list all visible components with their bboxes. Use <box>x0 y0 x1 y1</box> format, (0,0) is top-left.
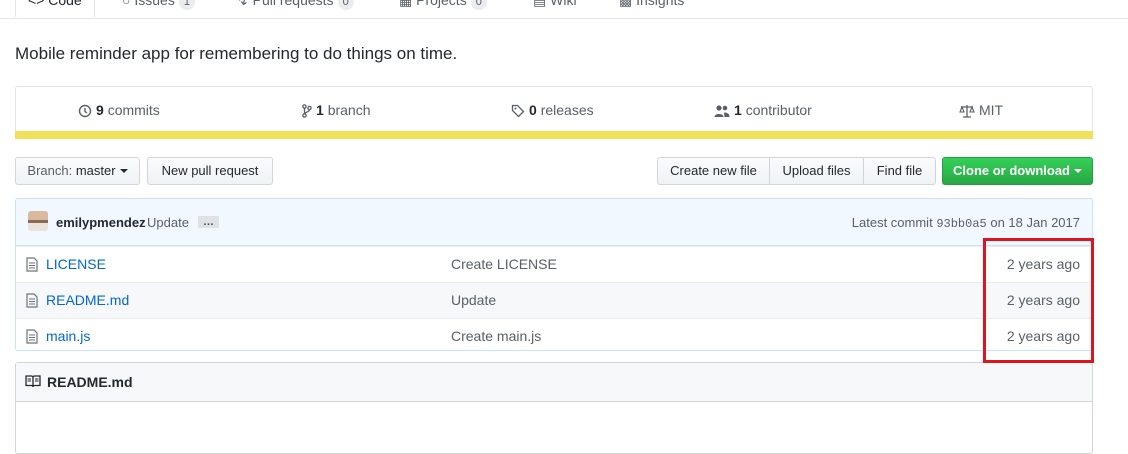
issue-icon: ○ <box>122 0 131 8</box>
table-row: LICENSE Create LICENSE 2 years ago <box>16 246 1092 282</box>
branches-link[interactable]: 1 branch <box>302 102 371 118</box>
caret-down-icon <box>1074 169 1082 173</box>
file-icon <box>26 293 38 308</box>
commit-message[interactable]: Update <box>147 215 189 230</box>
language-bar[interactable] <box>15 131 1093 139</box>
tab-projects[interactable]: ▦ Projects 0 <box>399 0 487 17</box>
file-icon <box>26 257 38 272</box>
commits-count: 9 <box>96 102 104 118</box>
law-icon <box>959 105 975 118</box>
readme-header: README.md <box>16 363 1092 402</box>
branch-icon <box>302 104 312 118</box>
project-icon: ▦ <box>399 0 413 8</box>
tab-issues-count: 1 <box>178 0 195 10</box>
history-icon <box>78 104 92 118</box>
annotation-highlight-box <box>983 238 1094 363</box>
repo-description: Mobile reminder app for remembering to d… <box>15 44 458 63</box>
commit-sha[interactable]: 93bb0a5 <box>936 217 986 231</box>
releases-count: 0 <box>529 102 537 118</box>
tab-insights-label: Insights <box>636 0 685 8</box>
pull-request-icon: ↯ <box>237 0 249 8</box>
caret-down-icon <box>119 169 128 173</box>
branches-label: branch <box>327 102 371 118</box>
branch-prefix: Branch: <box>27 163 73 178</box>
tab-insights[interactable]: ▩ Insights <box>619 0 684 17</box>
file-name-link[interactable]: LICENSE <box>46 256 106 272</box>
table-row: README.md Update 2 years ago <box>16 282 1092 318</box>
commits-link[interactable]: 9 commits <box>78 102 160 118</box>
tab-pull-requests-count: 0 <box>337 0 354 10</box>
repo-nav-tabs: <> Code ○ Issues 1 ↯ Pull requests 0 ▦ Pro… <box>0 0 1128 19</box>
tab-code-label: Code <box>48 0 82 8</box>
clone-or-download-label: Clone or download <box>953 163 1070 178</box>
file-name-link[interactable]: main.js <box>46 328 90 344</box>
clone-or-download-button[interactable]: Clone or download <box>942 157 1093 185</box>
file-commit-message[interactable]: Update <box>451 292 496 308</box>
branches-count: 1 <box>316 102 324 118</box>
tab-wiki-label: Wiki <box>550 0 577 8</box>
find-file-button[interactable]: Find file <box>863 157 936 185</box>
tag-icon <box>511 104 525 118</box>
commit-date: on 18 Jan 2017 <box>990 215 1080 230</box>
license-label: MIT <box>979 102 1004 118</box>
contributors-link[interactable]: 1 contributor <box>714 102 812 118</box>
file-commit-message[interactable]: Create main.js <box>451 328 541 344</box>
commits-label: commits <box>107 102 160 118</box>
releases-link[interactable]: 0 releases <box>511 102 594 118</box>
table-row: main.js Create main.js 2 years ago <box>16 318 1092 350</box>
contributors-label: contributor <box>745 102 812 118</box>
file-name-link[interactable]: README.md <box>46 292 129 308</box>
tab-projects-label: Projects <box>416 0 467 8</box>
commit-ellipsis-button[interactable]: … <box>198 216 219 228</box>
tab-pull-requests[interactable]: ↯ Pull requests 0 <box>237 0 354 17</box>
tab-pull-requests-label: Pull requests <box>252 0 334 8</box>
avatar[interactable] <box>28 211 48 231</box>
tab-issues-label: Issues <box>134 0 175 8</box>
contributors-count: 1 <box>734 102 742 118</box>
create-new-file-button[interactable]: Create new file <box>657 157 770 185</box>
tab-code[interactable]: <> Code <box>15 0 95 18</box>
branch-select-button[interactable]: Branch: master <box>15 157 140 185</box>
latest-commit-info: Latest commit 93bb0a5 on 18 Jan 2017 <box>852 215 1080 231</box>
graph-icon: ▩ <box>619 0 633 8</box>
tab-issues[interactable]: ○ Issues 1 <box>122 0 195 17</box>
file-icon <box>26 329 38 344</box>
license-link[interactable]: MIT <box>959 102 1003 118</box>
latest-commit-bar: emilypmendez Update … Latest commit 93bb… <box>16 199 1092 246</box>
tab-projects-count: 0 <box>470 0 487 10</box>
upload-files-button[interactable]: Upload files <box>769 157 864 185</box>
readme-box: README.md <box>15 362 1093 454</box>
commit-author[interactable]: emilypmendez <box>56 215 146 230</box>
book-icon <box>25 375 41 388</box>
book-icon: ▤ <box>533 0 547 8</box>
latest-commit-prefix: Latest commit <box>851 215 933 230</box>
code-icon: <> <box>28 0 45 8</box>
releases-label: releases <box>540 102 594 118</box>
people-icon <box>714 105 730 117</box>
readme-title: README.md <box>47 374 133 390</box>
branch-name: master <box>75 163 116 178</box>
new-pull-request-button[interactable]: New pull request <box>147 157 273 185</box>
tab-wiki[interactable]: ▤ Wiki <box>533 0 577 17</box>
file-list: emilypmendez Update … Latest commit 93bb… <box>15 198 1093 351</box>
file-commit-message[interactable]: Create LICENSE <box>451 256 557 272</box>
